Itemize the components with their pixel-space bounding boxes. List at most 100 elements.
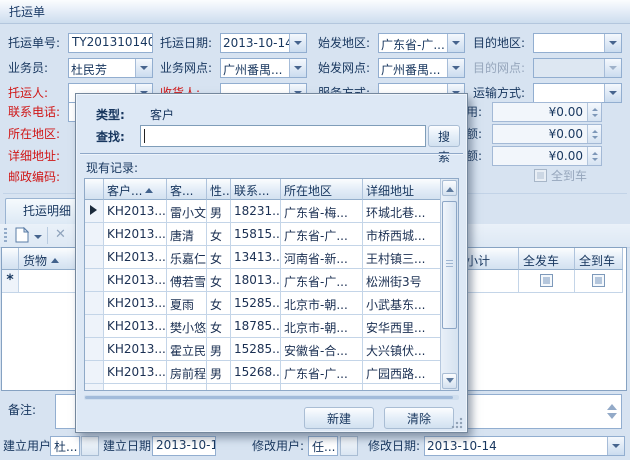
customer-cell[interactable]: 市桥西城... [363, 223, 443, 246]
dropdown-button[interactable] [289, 59, 306, 77]
customer-row[interactable]: KH2013孙安坤男13415广东省-广市桥街兰 [85, 384, 458, 391]
customer-cell[interactable]: 13415 [231, 384, 281, 391]
customer-cell[interactable]: 15285... [231, 338, 281, 361]
customer-cell[interactable]: 傅若雪 [167, 269, 207, 292]
row-selector-cell[interactable] [85, 338, 104, 361]
origin-region-combo[interactable]: 广东省-广... [378, 33, 465, 53]
customer-cell[interactable]: 广园西路... [363, 361, 443, 384]
find-input[interactable] [140, 125, 426, 147]
column-header[interactable]: 所在地区 [281, 179, 363, 200]
scroll-up-icon[interactable] [607, 399, 617, 410]
customer-cell[interactable]: 雷小文 [167, 200, 207, 223]
customer-cell[interactable]: 18785... [231, 315, 281, 338]
customer-row[interactable]: KH2013...房前程男15268...广东省-广...广园西路... [85, 361, 458, 384]
customer-cell[interactable]: KH2013... [104, 246, 167, 269]
new-button[interactable]: 新建 [304, 407, 374, 429]
transport-mode-combo[interactable] [533, 83, 622, 103]
dropdown-button[interactable] [135, 59, 152, 77]
customer-cell[interactable]: 孙安坤 [167, 384, 207, 391]
row-selector-cell[interactable] [85, 200, 104, 223]
search-button[interactable]: 搜索 [428, 125, 460, 147]
ship-date-combo[interactable]: 2013-10-14 [220, 33, 307, 53]
row-selector-cell[interactable] [85, 292, 104, 315]
delete-row-icon[interactable]: ✕ [55, 227, 66, 242]
customer-cell[interactable]: KH2013... [104, 361, 167, 384]
modified-by-browse-button[interactable] [340, 436, 358, 456]
customer-cell[interactable]: 男 [207, 384, 231, 391]
customer-row[interactable]: KH2013...夏雨女15285...北京市-朝...小武基东... [85, 292, 458, 315]
customer-cell[interactable]: 女 [207, 292, 231, 315]
all-arrive-row-checkbox[interactable] [592, 274, 605, 287]
customer-cell[interactable]: KH2013... [104, 200, 167, 223]
dropdown-button[interactable] [447, 59, 464, 77]
customer-cell[interactable]: 小武基东... [363, 292, 443, 315]
customer-cell[interactable]: 大兴镇伏... [363, 338, 443, 361]
customer-cell[interactable]: 樊小悠 [167, 315, 207, 338]
customer-cell[interactable]: KH2013... [104, 338, 167, 361]
customer-cell[interactable]: 广东省-广 [281, 384, 363, 391]
dest-region-combo[interactable] [533, 33, 622, 53]
all-arrive-column-header[interactable]: 全到车 [575, 248, 623, 270]
customer-cell[interactable]: 男 [207, 200, 231, 223]
created-by-input[interactable]: 杜... [50, 436, 80, 456]
column-header[interactable]: 联系... [231, 179, 281, 200]
order-no-input[interactable]: TY201310140 [68, 33, 153, 53]
customer-cell[interactable]: KH2013... [104, 292, 167, 315]
row-selector-cell[interactable] [85, 223, 104, 246]
customer-cell[interactable]: 广东省-广... [281, 223, 363, 246]
customer-cell[interactable]: 男 [207, 338, 231, 361]
modified-date-combo[interactable]: 2013-10-14 [424, 436, 625, 456]
row-selector-cell[interactable] [85, 315, 104, 338]
origin-branch-combo[interactable]: 广州番禺... [378, 58, 465, 78]
subtotal-cell[interactable] [462, 270, 519, 293]
spinner[interactable] [587, 125, 601, 143]
vertical-scrollbar[interactable] [440, 179, 458, 390]
customer-cell[interactable]: 女 [207, 315, 231, 338]
customer-row[interactable]: KH2013...傅若雪女18013...广东省-广...松洲街3号 [85, 269, 458, 292]
customer-cell[interactable]: 市桥街兰 [363, 384, 443, 391]
scroll-down-icon[interactable] [607, 413, 617, 424]
customer-cell[interactable]: KH2013... [104, 223, 167, 246]
resize-grip[interactable] [451, 417, 463, 429]
customer-cell[interactable]: 安徽省-合... [281, 338, 363, 361]
hscrollbar-thumb[interactable] [85, 396, 453, 399]
customer-cell[interactable]: 夏雨 [167, 292, 207, 315]
scrollbar-thumb[interactable] [442, 201, 457, 329]
customer-cell[interactable]: 王村镇三... [363, 246, 443, 269]
spinner[interactable] [587, 147, 601, 165]
customer-row[interactable]: KH2013...樊小悠女18785...北京市-朝...安华西里... [85, 315, 458, 338]
customer-cell[interactable]: 女 [207, 223, 231, 246]
row-selector-cell[interactable] [85, 361, 104, 384]
horizontal-scrollbar[interactable] [84, 395, 459, 400]
customer-cell[interactable]: 18013... [231, 269, 281, 292]
subtotal-column-header[interactable]: 小计 [462, 248, 519, 270]
scroll-up-button[interactable] [442, 180, 457, 196]
dropdown-button[interactable] [607, 437, 624, 455]
customer-row[interactable]: KH2013...霍立民男15285...安徽省-合...大兴镇伏... [85, 338, 458, 361]
customer-cell[interactable]: 18231... [231, 200, 281, 223]
customer-cell[interactable]: 北京市-朝... [281, 292, 363, 315]
customer-cell[interactable]: 女 [207, 269, 231, 292]
customer-cell[interactable]: 广东省-梅... [281, 200, 363, 223]
dropdown-button[interactable] [604, 34, 621, 52]
dropdown-button[interactable] [604, 84, 621, 102]
chevron-down-icon[interactable] [34, 235, 42, 243]
customer-cell[interactable]: 15815... [231, 223, 281, 246]
customer-cell[interactable]: 女 [207, 246, 231, 269]
customer-cell[interactable]: 广东省-广... [281, 269, 363, 292]
logistics-fee-field[interactable]: ¥0.00 [492, 102, 602, 122]
customer-cell[interactable]: 房前程 [167, 361, 207, 384]
customer-cell[interactable]: 松洲街3号 [363, 269, 443, 292]
new-row-icon[interactable] [15, 227, 29, 246]
customer-cell[interactable]: 15268... [231, 361, 281, 384]
business-branch-combo[interactable]: 广州番禺... [220, 58, 307, 78]
all-arrive-cell[interactable] [575, 270, 623, 293]
customer-cell[interactable]: 男 [207, 361, 231, 384]
spinner[interactable] [587, 103, 601, 121]
customer-cell[interactable]: 安华西里... [363, 315, 443, 338]
customer-row[interactable]: KH2013...唐清女15815...广东省-广...市桥西城... [85, 223, 458, 246]
unreceived-field[interactable]: ¥0.00 [492, 146, 602, 166]
customer-cell[interactable]: 13413... [231, 246, 281, 269]
row-selector-cell[interactable] [85, 384, 104, 391]
all-depart-cell[interactable] [519, 270, 575, 293]
